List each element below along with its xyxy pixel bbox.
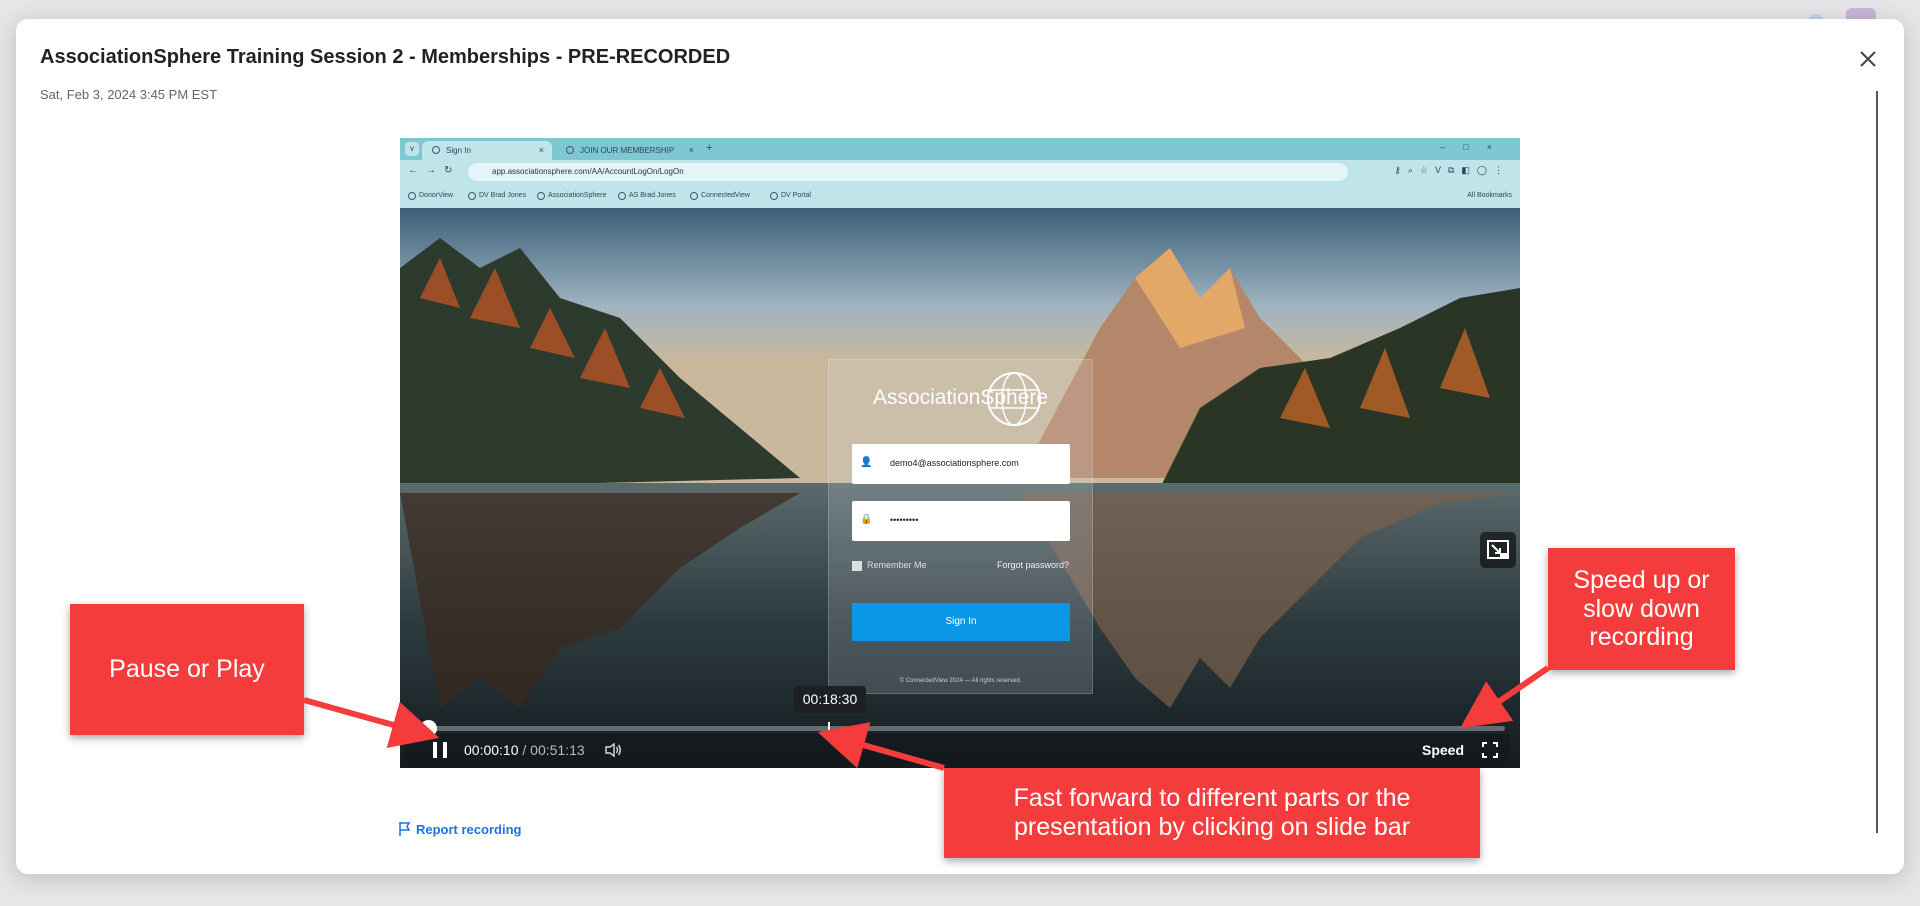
recorded-browser: v Sign In × JOIN OUR MEMBERSHIP × + –□× ←→… (400, 138, 1520, 208)
browser-nav-icons: ←→↻ (408, 165, 461, 176)
bookmark-item: ConnectedView (690, 192, 750, 200)
bookmark-item: DV Portal (770, 192, 811, 200)
modal-title: AssociationSphere Training Session 2 - M… (40, 46, 731, 68)
copyright-text: © ConnectedView 2024 — All rights reserv… (899, 678, 1022, 684)
login-card: AssociationSphere 👤 demo4@associationsph… (828, 359, 1093, 694)
pause-icon[interactable] (429, 740, 451, 760)
callout-speed: Speed up or slow down recording (1548, 548, 1735, 670)
brand-name: AssociationSphere (872, 386, 1049, 409)
bookmark-item: AssociationSphere (537, 192, 606, 200)
report-label: Report recording (416, 822, 522, 837)
modal-scrollbar[interactable] (1876, 91, 1878, 833)
all-bookmarks: All Bookmarks (1467, 192, 1512, 199)
time-display: 00:00:10 / 00:51:13 (464, 742, 585, 758)
browser-tab-membership: JOIN OUR MEMBERSHIP × (556, 141, 702, 160)
sign-in-button: Sign In (852, 603, 1070, 641)
browser-tab-strip: v Sign In × JOIN OUR MEMBERSHIP × + –□× (400, 138, 1520, 160)
browser-address-row: ←→↻ app.associationsphere.com/AA/Account… (400, 160, 1520, 184)
seek-hover-marker (828, 722, 830, 733)
browser-tab-signin: Sign In × (422, 141, 552, 160)
email-value: demo4@associationsphere.com (890, 458, 1019, 468)
password-field: 🔒 ••••••••• (852, 501, 1070, 541)
close-icon[interactable] (1856, 47, 1880, 71)
browser-extension-icons: ⚷⌕☆V⧉◧◯⋮ (1394, 165, 1510, 175)
seek-time-tooltip: 00:18:30 (794, 686, 866, 713)
picture-in-picture-icon[interactable] (1480, 532, 1516, 568)
tab-label: JOIN OUR MEMBERSHIP (580, 146, 675, 155)
flag-icon (399, 822, 411, 836)
recording-modal: AssociationSphere Training Session 2 - M… (16, 19, 1904, 874)
remember-me: Remember Me (852, 560, 927, 571)
video-player[interactable]: v Sign In × JOIN OUR MEMBERSHIP × + –□× ←→… (400, 138, 1520, 768)
fullscreen-icon[interactable] (1482, 742, 1498, 758)
tab-label: Sign In (446, 146, 471, 155)
password-value: ••••••••• (890, 515, 919, 525)
email-field: 👤 demo4@associationsphere.com (852, 444, 1070, 484)
remember-label: Remember Me (867, 560, 927, 570)
bookmark-item: DonorView (408, 192, 453, 200)
progress-bar[interactable] (415, 726, 1505, 731)
speed-button[interactable]: Speed (1422, 742, 1464, 758)
tab-search-icon: v (405, 142, 419, 156)
player-controls: 00:00:10 / 00:51:13 Speed (405, 734, 1510, 766)
remember-checkbox (852, 560, 862, 571)
current-time: 00:00:10 (464, 742, 519, 758)
volume-icon[interactable] (604, 742, 622, 758)
duration: 00:51:13 (530, 742, 585, 758)
progress-fill (415, 726, 419, 731)
callout-seek: Fast forward to different parts or the p… (944, 768, 1480, 858)
bookmarks-bar: DonorView DV Brad Jones AssociationSpher… (400, 184, 1520, 208)
address-bar: app.associationsphere.com/AA/AccountLogO… (468, 163, 1348, 181)
bookmark-item: DV Brad Jones (468, 192, 526, 200)
new-tab-icon: + (706, 142, 713, 154)
lock-icon: 🔒 (860, 514, 873, 525)
user-icon: 👤 (860, 457, 873, 468)
bookmark-item: AS Brad Jones (618, 192, 676, 200)
callout-pause-play: Pause or Play (70, 604, 304, 735)
forgot-password-link: Forgot password? (996, 560, 1069, 570)
window-controls: –□× (1440, 142, 1510, 152)
report-recording-link[interactable]: Report recording (399, 822, 522, 837)
time-separator: / (518, 742, 531, 758)
session-date: Sat, Feb 3, 2024 3:45 PM EST (40, 87, 218, 102)
